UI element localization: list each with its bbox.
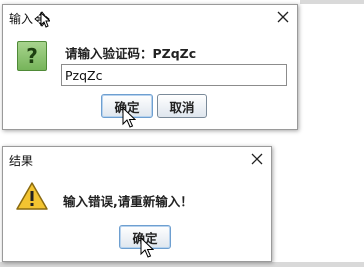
cancel-button[interactable]: 取消 — [157, 94, 207, 118]
question-icon: ? — [17, 41, 47, 71]
pointer-cursor-icon — [40, 11, 52, 31]
background-fragment-top — [300, 0, 364, 4]
warning-icon — [15, 181, 49, 211]
error-message: 输入错误,请重新输入！ — [63, 194, 193, 209]
result-dialog-titlebar[interactable]: 结果 — [3, 147, 271, 171]
close-icon[interactable] — [273, 7, 293, 27]
result-dialog: 结果 输入错误,请重新输入！ 确定 — [2, 146, 272, 262]
result-dialog-title: 结果 — [9, 154, 34, 168]
close-icon[interactable] — [247, 149, 267, 169]
pointer-cursor-icon — [140, 236, 155, 262]
input-dialog-title: 输入 — [9, 12, 34, 26]
captcha-input[interactable] — [61, 64, 287, 86]
background-fragment-bottom — [0, 262, 364, 267]
pointer-cursor-icon — [122, 106, 137, 132]
prompt-label: 请输入验证码：PZqZc — [65, 46, 197, 61]
